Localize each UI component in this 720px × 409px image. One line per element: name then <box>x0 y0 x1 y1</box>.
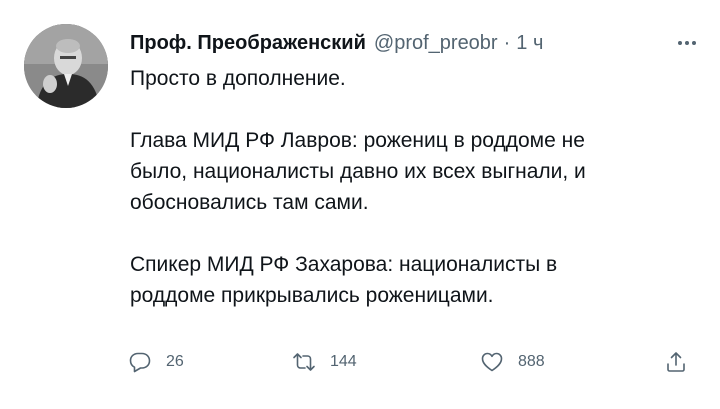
separator-dot: · <box>503 32 511 54</box>
tweet-text: Просто в дополнение. Глава МИД РФ Лавров… <box>130 63 690 311</box>
heart-icon <box>481 352 503 372</box>
tweet-text-line: обосновались там сами. <box>130 191 369 214</box>
like-button[interactable]: 888 <box>480 346 545 378</box>
tweet-timestamp[interactable]: 1 ч <box>516 30 543 56</box>
tweet-text-line: роддоме прикрывались роженицами. <box>130 284 494 307</box>
avatar-photo <box>24 24 108 108</box>
tweet-card[interactable]: Проф. Преображенский @prof_preobr · 1 ч … <box>0 0 720 409</box>
avatar[interactable] <box>24 24 108 108</box>
reply-button[interactable]: 26 <box>128 346 184 378</box>
retweet-button[interactable]: 144 <box>292 346 357 378</box>
share-icon <box>667 352 685 372</box>
more-options-icon[interactable] <box>678 30 696 56</box>
author-name[interactable]: Проф. Преображенский <box>130 30 366 56</box>
tweet-text-line: Просто в дополнение. <box>130 67 346 90</box>
tweet-actions: 26 144 888 <box>128 346 694 378</box>
tweet-text-line: было, националисты давно их всех выгнали… <box>130 160 586 183</box>
reply-icon <box>129 352 151 373</box>
like-count: 888 <box>518 353 545 370</box>
retweet-count: 144 <box>330 353 357 370</box>
reply-count: 26 <box>166 353 184 370</box>
tweet-text-line: Глава МИД РФ Лавров: рожениц в роддоме н… <box>130 129 585 152</box>
tweet-header: Проф. Преображенский @prof_preobr · 1 ч <box>130 30 696 56</box>
tweet-text-line: Спикер МИД РФ Захарова: националисты в <box>130 253 558 276</box>
retweet-icon <box>293 353 315 371</box>
share-button[interactable] <box>664 346 688 378</box>
author-handle[interactable]: @prof_preobr <box>374 30 498 56</box>
